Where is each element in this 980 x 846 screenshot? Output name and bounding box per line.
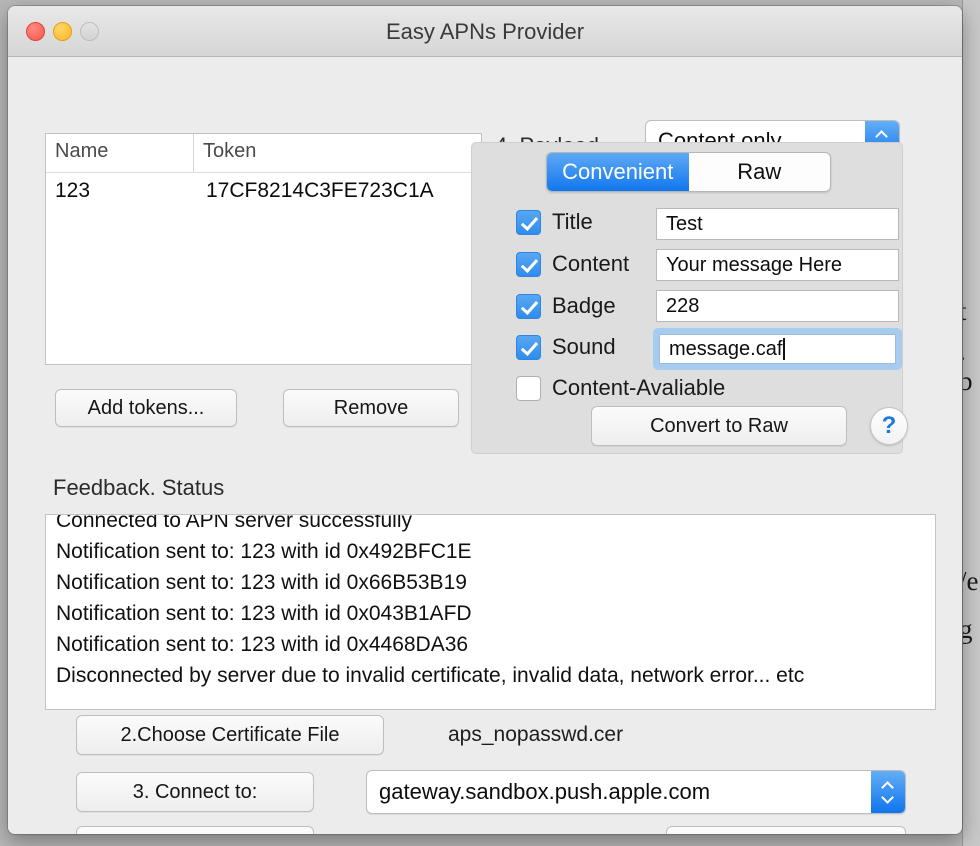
convert-to-raw-button[interactable]: Convert to Raw (591, 406, 847, 446)
content-input[interactable]: Your message Here (656, 249, 899, 281)
sound-input[interactable]: message.caf (659, 334, 896, 364)
checkbox-badge-label: Badge (552, 293, 616, 318)
checkbox-row-sound[interactable]: Sound (516, 334, 616, 360)
checkbox-title-label: Title (552, 209, 593, 234)
segment-convenient[interactable]: Convenient (547, 153, 689, 191)
certificate-filename: aps_nopasswd.cer (448, 723, 624, 746)
chevron-up-icon (882, 782, 895, 790)
sound-input-value: message.caf (669, 337, 783, 360)
checkbox-sound-icon[interactable] (516, 334, 541, 360)
checkbox-sound-label: Sound (552, 334, 616, 359)
background-glyph: g (963, 614, 973, 645)
gateway-select[interactable]: gateway.sandbox.push.apple.com (366, 770, 906, 814)
feedback-log-content: Connected to APN server successfully Not… (46, 514, 935, 691)
checkbox-row-title[interactable]: Title (516, 209, 593, 235)
send-apn-button[interactable]: 5. Send APN (76, 826, 314, 834)
main-window: Easy APNs Provider 1. Add Tokens 4. Payl… (8, 6, 962, 834)
gateway-stepper-icon[interactable] (871, 771, 905, 813)
payload-mode-segmented-control[interactable]: Convenient Raw (546, 152, 831, 192)
checkbox-badge-icon[interactable] (516, 293, 541, 319)
log-line: Notification sent to: 123 with id 0x492B… (56, 540, 472, 563)
feedback-status-heading: Feedback. Status (53, 475, 225, 500)
column-header-name[interactable]: Name (46, 134, 194, 172)
gateway-value: gateway.sandbox.push.apple.com (379, 779, 711, 804)
log-line: Notification sent to: 123 with id 0x4468… (56, 633, 469, 656)
checkbox-row-badge[interactable]: Badge (516, 293, 616, 319)
badge-input[interactable]: 228 (656, 290, 899, 322)
background-glyph: b (963, 366, 973, 397)
add-tokens-button[interactable]: Add tokens... (55, 389, 237, 427)
background-window-edge[interactable]: t . b /e g (962, 0, 980, 846)
connect-button[interactable]: 3. Connect to: (76, 772, 314, 812)
feedback-log[interactable]: Connected to APN server successfully Not… (45, 514, 936, 710)
token-table[interactable]: Name Token 123 17CF8214C3FE723C1A (45, 133, 482, 365)
window-content: 1. Add Tokens 4. Payload Content only Na… (8, 57, 962, 834)
help-icon[interactable]: ? (870, 407, 908, 445)
cell-name: 123 (55, 179, 91, 202)
background-glyph: . (963, 336, 966, 367)
checkbox-content-available-icon[interactable] (516, 375, 541, 401)
background-glyph: /e (963, 566, 979, 596)
choose-certificate-button[interactable]: 2.Choose Certificate File (76, 715, 384, 755)
log-line: Notification sent to: 123 with id 0x043B… (56, 602, 472, 625)
cell-token: 17CF8214C3FE723C1A (206, 179, 434, 202)
disconnect-button[interactable]: 6. Disconnect (666, 826, 906, 834)
window-title: Easy APNs Provider (385, 19, 585, 44)
log-line: Disconnected by server due to invalid ce… (56, 664, 805, 687)
window-titlebar[interactable]: Easy APNs Provider (8, 6, 962, 57)
checkbox-title-icon[interactable] (516, 209, 541, 235)
checkbox-content-label: Content (552, 251, 630, 276)
checkbox-row-content[interactable]: Content (516, 251, 629, 277)
column-header-token[interactable]: Token (194, 134, 481, 172)
remove-token-button[interactable]: Remove (283, 389, 459, 427)
checkbox-row-content-available[interactable]: Content-Avaliable (516, 375, 725, 401)
background-glyph: t (963, 296, 967, 327)
log-line: Notification sent to: 123 with id 0x66B5… (56, 571, 467, 594)
chevron-down-icon (882, 794, 895, 802)
segment-raw[interactable]: Raw (688, 153, 830, 191)
chevron-up-icon (876, 131, 889, 139)
table-row[interactable]: 123 17CF8214C3FE723C1A (46, 173, 481, 209)
desktop-root: t . b /e g Easy APNs Provider 1. Add Tok… (0, 0, 980, 846)
table-header-row: Name Token (46, 134, 481, 173)
text-cursor (783, 338, 786, 360)
checkbox-content-icon[interactable] (516, 251, 541, 277)
checkbox-content-available-label: Content-Avaliable (552, 375, 726, 400)
log-line: Connected to APN server successfully (56, 514, 412, 532)
title-input[interactable]: Test (656, 208, 899, 240)
